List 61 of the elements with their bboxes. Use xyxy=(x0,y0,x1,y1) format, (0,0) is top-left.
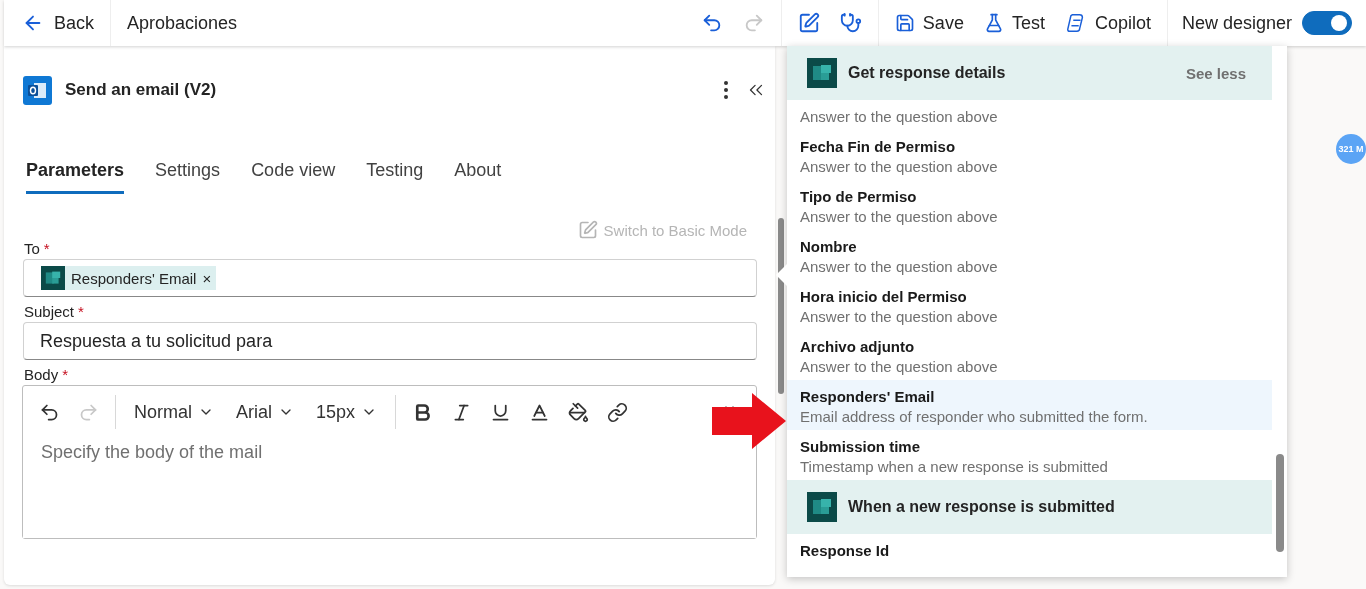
edit-icon xyxy=(577,220,598,240)
tab[interactable]: Parameters xyxy=(26,154,125,194)
outlook-icon xyxy=(23,75,52,105)
tab[interactable]: About xyxy=(454,154,502,194)
item-description: Answer to the question above xyxy=(800,358,999,375)
more-icon xyxy=(724,81,728,99)
tab[interactable]: Testing xyxy=(366,154,424,194)
format-dropdown[interactable]: 15px xyxy=(312,401,382,423)
item-description: Email address of responder who submitted the form. xyxy=(800,408,1149,425)
save-button[interactable]: Save xyxy=(886,5,972,41)
action-title: Send an email (V2) xyxy=(65,80,218,100)
format-dropdown[interactable]: Arial xyxy=(232,401,299,423)
tab[interactable]: Code view xyxy=(251,154,336,194)
section-title: When a new response is submitted xyxy=(848,498,1116,516)
paint-bucket-icon xyxy=(568,401,590,423)
subject-field[interactable]: Respuesta a tu solicitud para xyxy=(23,322,757,360)
field-label: To xyxy=(24,240,40,257)
required-mark: * xyxy=(62,366,69,383)
forms-icon xyxy=(41,266,65,290)
item-description: Answer to the question above xyxy=(800,158,999,175)
field-label: Subject xyxy=(24,303,75,320)
item-description: Answer to the question above xyxy=(800,208,999,225)
field-label: Body xyxy=(24,366,59,383)
more-options-button[interactable] xyxy=(722,79,730,101)
designer-toggle[interactable] xyxy=(1302,11,1352,35)
item-title: Submission time xyxy=(800,438,922,455)
section-title: Get response details xyxy=(848,64,1007,82)
format-dropdown[interactable]: Normal xyxy=(130,401,218,423)
item-description: Timestamp when a new response is submitted xyxy=(800,458,1109,475)
item-title: Hora inicio del Permiso xyxy=(800,288,968,305)
token-chip[interactable]: Responders' Email × xyxy=(41,266,217,290)
forms-icon xyxy=(807,492,837,522)
item-description: Answer to the question above xyxy=(800,258,999,275)
item-description: Answer to the question above xyxy=(800,308,999,325)
item-title: Nombre xyxy=(800,238,858,255)
item-title: Response Id xyxy=(800,542,891,559)
item-title: Fecha Fin de Permiso xyxy=(800,138,957,155)
edit-icon xyxy=(797,12,820,34)
link-icon xyxy=(607,401,629,423)
content-item[interactable]: Responders' Email Email address of responder who submitted the form. xyxy=(787,380,1272,430)
tab[interactable]: Settings xyxy=(155,154,221,194)
scrollbar-thumb[interactable] xyxy=(778,218,784,394)
stethoscope-icon xyxy=(839,12,862,34)
required-mark: * xyxy=(43,240,50,257)
toggle-label: New designer xyxy=(1181,12,1292,34)
item-title: Tipo de Permiso xyxy=(800,188,918,205)
forms-icon xyxy=(807,58,837,88)
recipient-field[interactable]: Responders' Email × xyxy=(23,259,757,297)
memory-badge: 321 M xyxy=(1336,134,1366,164)
item-title: Archivo adjunto xyxy=(800,338,916,355)
test-button[interactable]: Test xyxy=(975,5,1053,41)
required-mark: * xyxy=(78,303,84,320)
item-description: Answer to the question above xyxy=(800,108,999,125)
item-title: Responders' Email xyxy=(800,388,936,405)
save-icon xyxy=(894,13,915,33)
flow-title: Aprobaciones xyxy=(126,12,239,34)
copilot-button[interactable]: Copilot xyxy=(1056,5,1159,41)
flyout-pointer xyxy=(776,263,788,287)
body-editor[interactable]: Normal Arial 15px Specify the body of the mail xyxy=(22,385,757,539)
scrollbar-thumb[interactable] xyxy=(1276,454,1284,552)
see-less-link[interactable]: See less xyxy=(1179,63,1252,83)
